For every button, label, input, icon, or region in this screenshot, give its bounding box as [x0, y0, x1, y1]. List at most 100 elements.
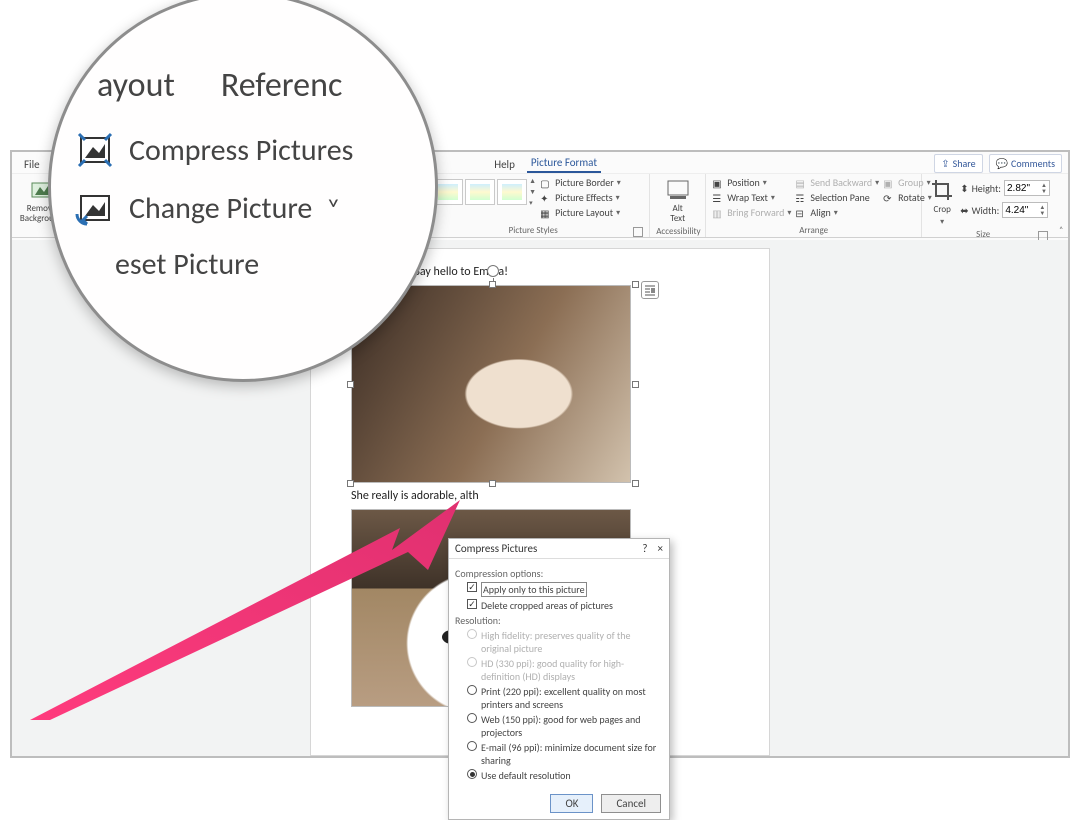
tab-picture-format[interactable]: Picture Format — [527, 154, 601, 173]
position-button[interactable]: ▣Position▾ — [712, 176, 791, 189]
res-hd-label: HD (330 ppi): good quality for high-defi… — [481, 657, 661, 683]
chevron-down-icon: ▾ — [617, 178, 621, 188]
resize-handle[interactable] — [632, 480, 639, 487]
apply-only-label: Apply only to this picture — [481, 582, 587, 597]
selection-pane-icon: ☶ — [795, 192, 807, 204]
resize-handle[interactable] — [347, 480, 354, 487]
picture-layout-icon: ▦ — [540, 207, 552, 219]
group-label-picture-styles: Picture Styles — [433, 225, 633, 237]
res-hd-radio: HD (330 ppi): good quality for high-defi… — [467, 657, 661, 683]
delete-cropped-checkbox-row[interactable]: ✓ Delete cropped areas of pictures — [467, 599, 661, 612]
resize-handle[interactable] — [632, 381, 639, 388]
res-email-radio[interactable]: E-mail (96 ppi): minimize document size … — [467, 741, 661, 767]
position-icon: ▣ — [712, 177, 724, 189]
resize-handle[interactable] — [347, 381, 354, 388]
dialog-help-button[interactable]: ? — [642, 542, 647, 555]
comments-button[interactable]: 💬 Comments — [989, 154, 1062, 173]
rotate-icon: ⟳ — [883, 192, 895, 204]
width-field-row: ⬌ Width: ▲▼ — [960, 202, 1050, 218]
picture-layout-button[interactable]: ▦Picture Layout▾ — [540, 206, 621, 219]
wrap-text-icon: ☰ — [712, 192, 724, 204]
gallery-down-icon[interactable]: ▼ — [529, 187, 536, 196]
res-print-radio[interactable]: Print (220 ppi): excellent quality on mo… — [467, 685, 661, 711]
dialog-title: Compress Pictures — [455, 542, 537, 555]
send-backward-label: Send Backward — [810, 176, 872, 189]
res-default-label: Use default resolution — [481, 769, 571, 782]
position-label: Position — [727, 176, 760, 189]
chevron-down-icon: ▾ — [616, 208, 620, 218]
rotate-label: Rotate — [898, 191, 925, 204]
height-field-row: ⬍ Height: ▲▼ — [960, 180, 1050, 196]
align-button[interactable]: ⊟Align▾ — [795, 206, 879, 219]
layout-options-button[interactable] — [641, 281, 659, 299]
gallery-more-icon[interactable]: ▾ — [529, 198, 536, 207]
gallery-up-icon[interactable]: ▲ — [529, 176, 536, 185]
dialog-launcher-icon[interactable] — [633, 227, 643, 237]
send-backward-icon: ▤ — [795, 177, 807, 189]
ok-button[interactable]: OK — [550, 794, 593, 813]
style-thumb[interactable] — [465, 179, 495, 205]
picture-styles-gallery[interactable]: ▲ ▼ ▾ — [433, 176, 536, 207]
picture-effects-label: Picture Effects — [555, 191, 613, 204]
doc-text-line: She really is adorable, alth — [351, 489, 729, 503]
height-input[interactable]: ▲▼ — [1004, 180, 1050, 196]
resize-handle[interactable] — [489, 281, 496, 288]
bring-forward-button[interactable]: ▥Bring Forward▾ — [712, 206, 791, 219]
share-button[interactable]: ⇪ Share — [934, 154, 982, 173]
share-icon: ⇪ — [941, 157, 949, 170]
res-high-label: High fidelity: preserves quality of the … — [481, 629, 661, 655]
height-label: Height: — [972, 182, 1001, 195]
cancel-button[interactable]: Cancel — [601, 794, 661, 813]
alt-text-icon — [666, 178, 690, 202]
zoom-reset-label: eset Picture — [115, 246, 259, 283]
zoom-reset-picture: eset Picture — [75, 246, 425, 283]
res-high-radio: High fidelity: preserves quality of the … — [467, 629, 661, 655]
share-label: Share — [953, 157, 976, 170]
comments-label: Comments — [1011, 157, 1055, 170]
zoom-compress-pictures: Compress Pictures — [75, 130, 425, 170]
resize-handle[interactable] — [632, 281, 639, 288]
send-backward-button[interactable]: ▤Send Backward▾ — [795, 176, 879, 189]
alt-text-button[interactable]: AltText — [656, 176, 699, 226]
wrap-text-button[interactable]: ☰Wrap Text▾ — [712, 191, 791, 204]
wrap-text-label: Wrap Text — [727, 191, 768, 204]
compress-pictures-icon — [75, 130, 115, 170]
zoom-change-label: Change Picture — [129, 190, 312, 227]
align-label: Align — [810, 206, 830, 219]
res-email-label: E-mail (96 ppi): minimize document size … — [481, 741, 661, 767]
picture-border-label: Picture Border — [555, 176, 614, 189]
selection-pane-button[interactable]: ☶Selection Pane — [795, 191, 879, 204]
picture-effects-button[interactable]: ✦Picture Effects▾ — [540, 191, 621, 204]
group-label-accessibility: Accessibility — [656, 226, 699, 238]
zoom-callout: ayout Referenc Compress Pictures Change … — [48, 0, 438, 382]
picture-effects-icon: ✦ — [540, 192, 552, 204]
tab-help[interactable]: Help — [490, 156, 519, 173]
style-thumb[interactable] — [497, 179, 527, 205]
rotate-handle[interactable] — [487, 265, 499, 277]
crop-label: Crop — [934, 204, 951, 215]
resize-handle[interactable] — [489, 480, 496, 487]
alt-text-label: AltText — [670, 204, 685, 224]
res-web-radio[interactable]: Web (150 ppi): good for web pages and pr… — [467, 713, 661, 739]
bring-forward-label: Bring Forward — [727, 206, 784, 219]
crop-icon — [930, 178, 954, 202]
dialog-close-button[interactable]: × — [658, 542, 663, 555]
checkbox-checked-icon[interactable]: ✓ — [467, 582, 477, 592]
chevron-down-icon: ▾ — [616, 193, 620, 203]
crop-button[interactable]: Crop ▾ — [928, 176, 956, 229]
collapse-ribbon-icon[interactable]: ˄ — [1059, 225, 1063, 235]
width-input[interactable]: ▲▼ — [1002, 202, 1048, 218]
picture-border-icon: ▢ — [540, 177, 552, 189]
zoom-compress-label: Compress Pictures — [129, 132, 353, 169]
picture-border-button[interactable]: ▢Picture Border▾ — [540, 176, 621, 189]
bring-forward-icon: ▥ — [712, 207, 724, 219]
comment-icon: 💬 — [996, 157, 1008, 170]
apply-only-checkbox-row[interactable]: ✓ Apply only to this picture — [467, 582, 661, 597]
change-picture-icon — [75, 188, 115, 228]
checkbox-checked-icon[interactable]: ✓ — [467, 599, 477, 609]
inserted-picture-1[interactable] — [351, 285, 631, 483]
res-default-radio[interactable]: Use default resolution — [467, 769, 661, 782]
radio-selected-icon[interactable] — [467, 769, 477, 779]
delete-cropped-label: Delete cropped areas of pictures — [481, 599, 613, 612]
tab-file[interactable]: File — [18, 156, 46, 173]
